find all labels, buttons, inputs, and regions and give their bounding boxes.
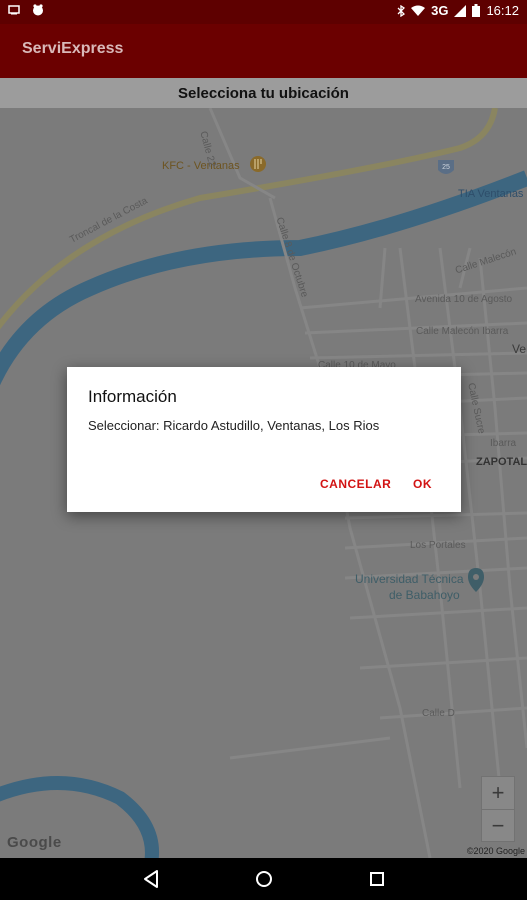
map-label-universidad-line2: de Babahoyo xyxy=(389,588,460,602)
map-label-ve: Ve xyxy=(512,342,527,356)
navigation-bar xyxy=(0,858,527,900)
back-icon[interactable] xyxy=(142,869,160,889)
app-notification-icon xyxy=(33,4,43,16)
map-label-kfc: KFC - Ventanas xyxy=(162,160,240,172)
battery-icon xyxy=(472,4,481,17)
network-type: 3G xyxy=(431,3,449,18)
map-label-calle-d: Calle D xyxy=(422,708,455,719)
river xyxy=(0,170,527,386)
zoom-out-button[interactable]: − xyxy=(482,810,514,842)
cancel-button[interactable]: CANCELAR xyxy=(320,477,391,491)
ok-button[interactable]: OK xyxy=(413,477,432,491)
zoom-controls: + − xyxy=(481,776,515,842)
home-icon[interactable] xyxy=(254,869,274,889)
map-label-avenida-10-agosto: Avenida 10 de Agosto xyxy=(415,294,513,305)
map-label-ibarra: Ibarra xyxy=(490,438,517,449)
university-pin-icon xyxy=(468,568,484,592)
map-label-los-portales: Los Portales xyxy=(410,540,466,551)
bluetooth-icon xyxy=(397,4,406,17)
dialog-title: Información xyxy=(88,387,177,406)
screen-notification-icon xyxy=(8,5,20,15)
location-prompt-text: Selecciona tu ubicación xyxy=(178,85,349,102)
dialog-message: Seleccionar: Ricardo Astudillo, Ventanas… xyxy=(88,418,380,433)
status-bar: 3G 16:12 xyxy=(0,0,527,24)
map-copyright: ©2020 Google xyxy=(466,846,525,856)
map-label-calle-malecon-ibarra: Calle Malecón Ibarra xyxy=(416,326,509,337)
highway-shield-number: 25 xyxy=(442,164,450,171)
location-prompt-header: Selecciona tu ubicación xyxy=(0,78,527,108)
clock: 16:12 xyxy=(486,3,519,18)
recents-icon[interactable] xyxy=(368,869,386,889)
app-bar: ServiExpress xyxy=(0,24,527,78)
highway-shield: 25 xyxy=(438,160,454,174)
signal-icon xyxy=(454,4,467,17)
information-dialog: Información Seleccionar: Ricardo Astudil… xyxy=(67,367,461,512)
google-logo: Google xyxy=(7,834,62,851)
map-label-zapotal: ZAPOTAL xyxy=(476,456,527,468)
map-label-universidad-line1: Universidad Técnica xyxy=(355,572,464,586)
wifi-icon xyxy=(411,5,426,16)
zoom-in-button[interactable]: + xyxy=(482,777,514,810)
restaurant-pin-icon xyxy=(250,156,266,172)
map-label-tia: TIA Ventanas xyxy=(458,188,524,200)
app-title: ServiExpress xyxy=(22,40,124,57)
